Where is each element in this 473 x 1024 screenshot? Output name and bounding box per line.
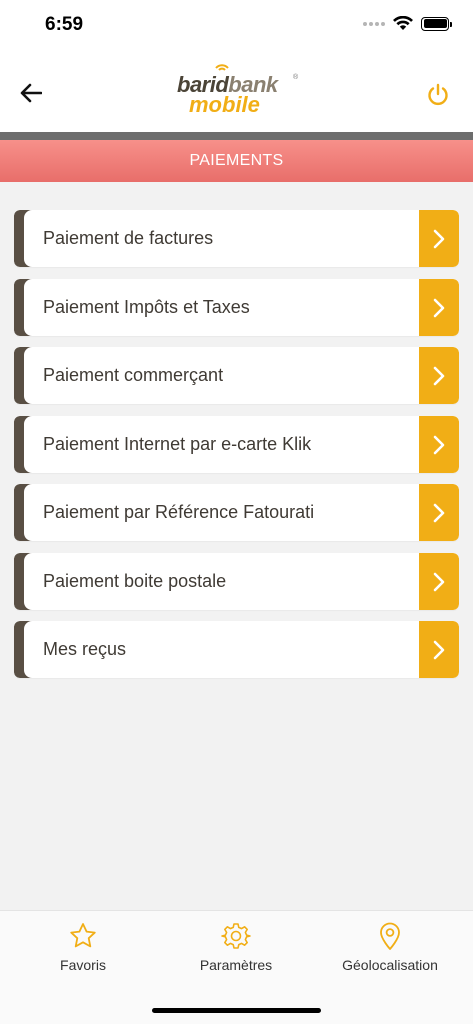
power-icon (428, 83, 448, 106)
menu-item-paiement-reference-fatourati[interactable]: Paiement par Référence Fatourati (14, 484, 459, 541)
bottom-tab-bar: Favoris Paramètres Géolocalisation (0, 910, 473, 1024)
menu-item-paiement-factures[interactable]: Paiement de factures (14, 210, 459, 267)
star-icon (70, 923, 96, 948)
logout-button[interactable] (425, 82, 451, 108)
status-time: 6:59 (45, 14, 84, 35)
wifi-icon (393, 16, 413, 30)
header-divider (0, 132, 473, 140)
tab-label: Favoris (60, 957, 106, 973)
menu-item-accent (14, 279, 34, 336)
back-button[interactable] (16, 78, 46, 108)
menu-item-accent (14, 416, 34, 473)
chevron-right-icon (433, 229, 445, 248)
chevron-right-icon (433, 435, 445, 454)
menu-item-chevron (419, 621, 459, 678)
menu-item-accent (14, 553, 34, 610)
menu-item-mes-recus[interactable]: Mes reçus (14, 621, 459, 678)
chevron-right-icon (433, 366, 445, 385)
status-icons (363, 16, 452, 31)
menu-item-chevron (419, 553, 459, 610)
app-header: baridbank ® mobile (0, 54, 473, 132)
menu-item-chevron (419, 279, 459, 336)
menu-item-label: Paiement par Référence Fatourati (43, 502, 315, 522)
menu-item-label: Paiement commerçant (43, 365, 224, 385)
menu-item-paiement-internet-ecarte[interactable]: Paiement Internet par e-carte Klik (14, 416, 459, 473)
tab-parametres[interactable]: Paramètres (161, 921, 311, 973)
home-indicator (152, 1008, 321, 1013)
tab-geolocalisation[interactable]: Géolocalisation (315, 921, 465, 973)
battery-icon (421, 16, 452, 31)
status-bar: 6:59 (0, 0, 473, 54)
menu-item-accent (14, 484, 34, 541)
signal-icon (363, 21, 385, 26)
menu-item-paiement-boite-postale[interactable]: Paiement boite postale (14, 553, 459, 610)
menu-item-chevron (419, 416, 459, 473)
menu-item-chevron (419, 347, 459, 404)
menu-item-label: Paiement Impôts et Taxes (43, 297, 250, 317)
page-title-bar: PAIEMENTS (0, 140, 473, 182)
location-pin-icon (380, 922, 400, 950)
baridbank-logo: baridbank ® mobile (177, 64, 302, 118)
tab-favoris[interactable]: Favoris (8, 921, 158, 973)
menu-item-chevron (419, 484, 459, 541)
menu-item-paiement-commercant[interactable]: Paiement commerçant (14, 347, 459, 404)
tab-label: Paramètres (199, 957, 273, 973)
menu-item-paiement-impots-taxes[interactable]: Paiement Impôts et Taxes (14, 279, 459, 336)
menu-item-chevron (419, 210, 459, 267)
chevron-right-icon (433, 298, 445, 317)
menu-item-label: Mes reçus (43, 639, 127, 659)
arrow-left-icon (20, 83, 42, 103)
page-title: PAIEMENTS (189, 152, 284, 169)
gear-icon (221, 923, 251, 949)
menu-item-label: Paiement de factures (43, 228, 214, 248)
logo-signal-icon (215, 64, 229, 71)
payments-screen: 6:59 baridbank ® mobile PAIEMENTS Paieme… (0, 0, 473, 1024)
menu-item-accent (14, 347, 34, 404)
chevron-right-icon (433, 640, 445, 659)
logo-mobile: mobile (189, 92, 260, 117)
tab-label: Géolocalisation (342, 957, 438, 973)
chevron-right-icon (433, 503, 445, 522)
menu-item-label: Paiement Internet par e-carte Klik (43, 434, 312, 454)
menu-item-accent (14, 210, 34, 267)
menu-item-label: Paiement boite postale (43, 571, 227, 591)
chevron-right-icon (433, 572, 445, 591)
menu-item-accent (14, 621, 34, 678)
